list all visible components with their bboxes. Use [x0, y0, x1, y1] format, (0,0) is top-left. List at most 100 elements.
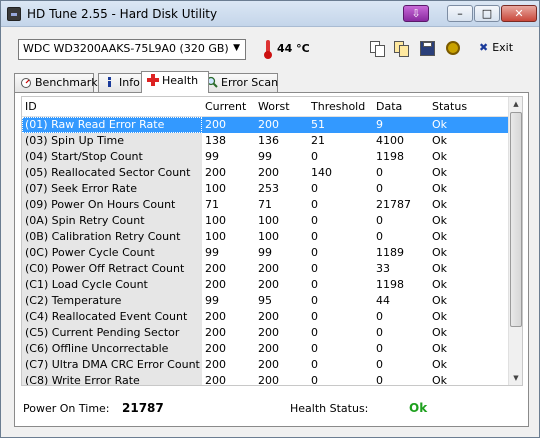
cell-id: (0A) Spin Retry Count — [22, 213, 202, 229]
cell-id: (07) Seek Error Rate — [22, 181, 202, 197]
cell-worst: 100 — [258, 214, 279, 227]
table-row[interactable]: (C5) Current Pending Sector 200 200 0 0 Ok — [22, 325, 508, 341]
maximize-button[interactable]: □ — [474, 5, 500, 22]
table-row[interactable]: (C4) Reallocated Event Count 200 200 0 0 Ok — [22, 309, 508, 325]
header-worst[interactable]: Worst — [258, 100, 290, 113]
cell-status: Ok — [432, 294, 448, 307]
table-row[interactable]: (C1) Load Cycle Count 200 200 0 1198 Ok — [22, 277, 508, 293]
title-bar[interactable]: HD Tune 2.55 - Hard Disk Utility ⇩ – □ ✕ — [1, 1, 539, 27]
cell-id: (C7) Ultra DMA CRC Error Count — [22, 357, 202, 373]
cell-status: Ok — [432, 262, 448, 275]
table-row[interactable]: (09) Power On Hours Count 71 71 0 21787 Ok — [22, 197, 508, 213]
cell-current: 200 — [205, 278, 226, 291]
table-row[interactable]: (07) Seek Error Rate 100 253 0 0 Ok — [22, 181, 508, 197]
cell-id: (C6) Offline Uncorrectable — [22, 341, 202, 357]
cell-threshold: 0 — [311, 262, 318, 275]
cell-worst: 200 — [258, 262, 279, 275]
table-row[interactable]: (0A) Spin Retry Count 100 100 0 0 Ok — [22, 213, 508, 229]
cell-id: (C5) Current Pending Sector — [22, 325, 202, 341]
cell-id: (05) Reallocated Sector Count — [22, 165, 202, 181]
cell-data: 4100 — [376, 134, 404, 147]
table-row[interactable]: (0C) Power Cycle Count 99 99 0 1189 Ok — [22, 245, 508, 261]
table-row[interactable]: (C7) Ultra DMA CRC Error Count 200 200 0 0 Ok — [22, 357, 508, 373]
cell-worst: 200 — [258, 310, 279, 323]
copy-all-icon[interactable] — [393, 40, 411, 58]
cell-threshold: 0 — [311, 326, 318, 339]
table-row[interactable]: (01) Raw Read Error Rate 200 200 51 9 Ok — [22, 117, 508, 133]
cell-worst: 200 — [258, 342, 279, 355]
table-row[interactable]: (C0) Power Off Retract Count 200 200 0 33 Ok — [22, 261, 508, 277]
cell-current: 200 — [205, 310, 226, 323]
exit-button[interactable]: ✖ Exit — [479, 41, 523, 59]
save-icon[interactable] — [419, 40, 437, 58]
scroll-up-icon[interactable]: ▲ — [509, 97, 522, 111]
table-row[interactable]: (0B) Calibration Retry Count 100 100 0 0 Ok — [22, 229, 508, 245]
copy-icon[interactable] — [369, 40, 387, 58]
tab-error-scan-label: Error Scan — [221, 76, 279, 89]
cell-worst: 99 — [258, 150, 272, 163]
cell-id: (C2) Temperature — [22, 293, 202, 309]
benchmark-icon — [20, 76, 32, 88]
header-id[interactable]: ID — [25, 100, 37, 113]
cell-id: (04) Start/Stop Count — [22, 149, 202, 165]
health-panel: ID Current Worst Threshold Data Status (… — [14, 92, 529, 427]
header-current[interactable]: Current — [205, 100, 246, 113]
table-row[interactable]: (C6) Offline Uncorrectable 200 200 0 0 Ok — [22, 341, 508, 357]
cell-worst: 200 — [258, 118, 279, 131]
cell-worst: 95 — [258, 294, 272, 307]
header-threshold[interactable]: Threshold — [311, 100, 365, 113]
cell-data: 44 — [376, 294, 390, 307]
cell-threshold: 0 — [311, 182, 318, 195]
header-status[interactable]: Status — [432, 100, 467, 113]
cell-id: (0B) Calibration Retry Count — [22, 229, 202, 245]
cell-data: 21787 — [376, 198, 411, 211]
cell-worst: 200 — [258, 166, 279, 179]
scroll-down-icon[interactable]: ▼ — [509, 371, 522, 385]
cell-data: 0 — [376, 310, 383, 323]
cell-id: (09) Power On Hours Count — [22, 197, 202, 213]
tab-error-scan[interactable]: Error Scan — [200, 73, 278, 92]
options-icon[interactable] — [445, 40, 463, 58]
cell-status: Ok — [432, 358, 448, 371]
cell-threshold: 21 — [311, 134, 325, 147]
download-icon[interactable]: ⇩ — [403, 5, 429, 22]
table-row[interactable]: (03) Spin Up Time 138 136 21 4100 Ok — [22, 133, 508, 149]
vertical-scrollbar[interactable]: ▲ ▼ — [508, 97, 522, 385]
table-row[interactable]: (C2) Temperature 99 95 0 44 Ok — [22, 293, 508, 309]
cell-status: Ok — [432, 278, 448, 291]
cell-data: 0 — [376, 358, 383, 371]
close-button[interactable]: ✕ — [501, 5, 537, 22]
tab-benchmark[interactable]: Benchmark — [14, 73, 98, 92]
cell-current: 71 — [205, 198, 219, 211]
cell-threshold: 0 — [311, 358, 318, 371]
cell-data: 0 — [376, 342, 383, 355]
info-icon — [104, 76, 116, 88]
cell-status: Ok — [432, 134, 448, 147]
cell-current: 200 — [205, 342, 226, 355]
table-row[interactable]: (05) Reallocated Sector Count 200 200 140 0 O… — [22, 165, 508, 181]
drive-select[interactable]: WDC WD3200AAKS-75L9A0 (320 GB) ▼ — [18, 39, 246, 60]
tab-benchmark-label: Benchmark — [35, 76, 98, 89]
cell-threshold: 0 — [311, 246, 318, 259]
cell-worst: 200 — [258, 374, 279, 386]
tab-health[interactable]: Health — [141, 71, 209, 93]
cell-worst: 200 — [258, 326, 279, 339]
chevron-down-icon: ▼ — [233, 43, 240, 53]
power-on-time-label: Power On Time: — [23, 402, 110, 415]
cell-worst: 71 — [258, 198, 272, 211]
cell-status: Ok — [432, 342, 448, 355]
minimize-button[interactable]: – — [447, 5, 473, 22]
tab-health-label: Health — [162, 74, 199, 87]
cell-current: 100 — [205, 230, 226, 243]
scrollbar-thumb[interactable] — [510, 112, 522, 327]
table-row[interactable]: (04) Start/Stop Count 99 99 0 1198 Ok — [22, 149, 508, 165]
health-cross-icon — [147, 74, 159, 86]
cell-threshold: 0 — [311, 342, 318, 355]
header-data[interactable]: Data — [376, 100, 402, 113]
cell-status: Ok — [432, 230, 448, 243]
tab-info-label: Info — [119, 76, 140, 89]
cell-worst: 200 — [258, 278, 279, 291]
table-row[interactable]: (C8) Write Error Rate 200 200 0 0 Ok — [22, 373, 508, 386]
smart-table[interactable]: ID Current Worst Threshold Data Status (… — [21, 96, 523, 386]
cell-id: (C8) Write Error Rate — [22, 373, 202, 385]
